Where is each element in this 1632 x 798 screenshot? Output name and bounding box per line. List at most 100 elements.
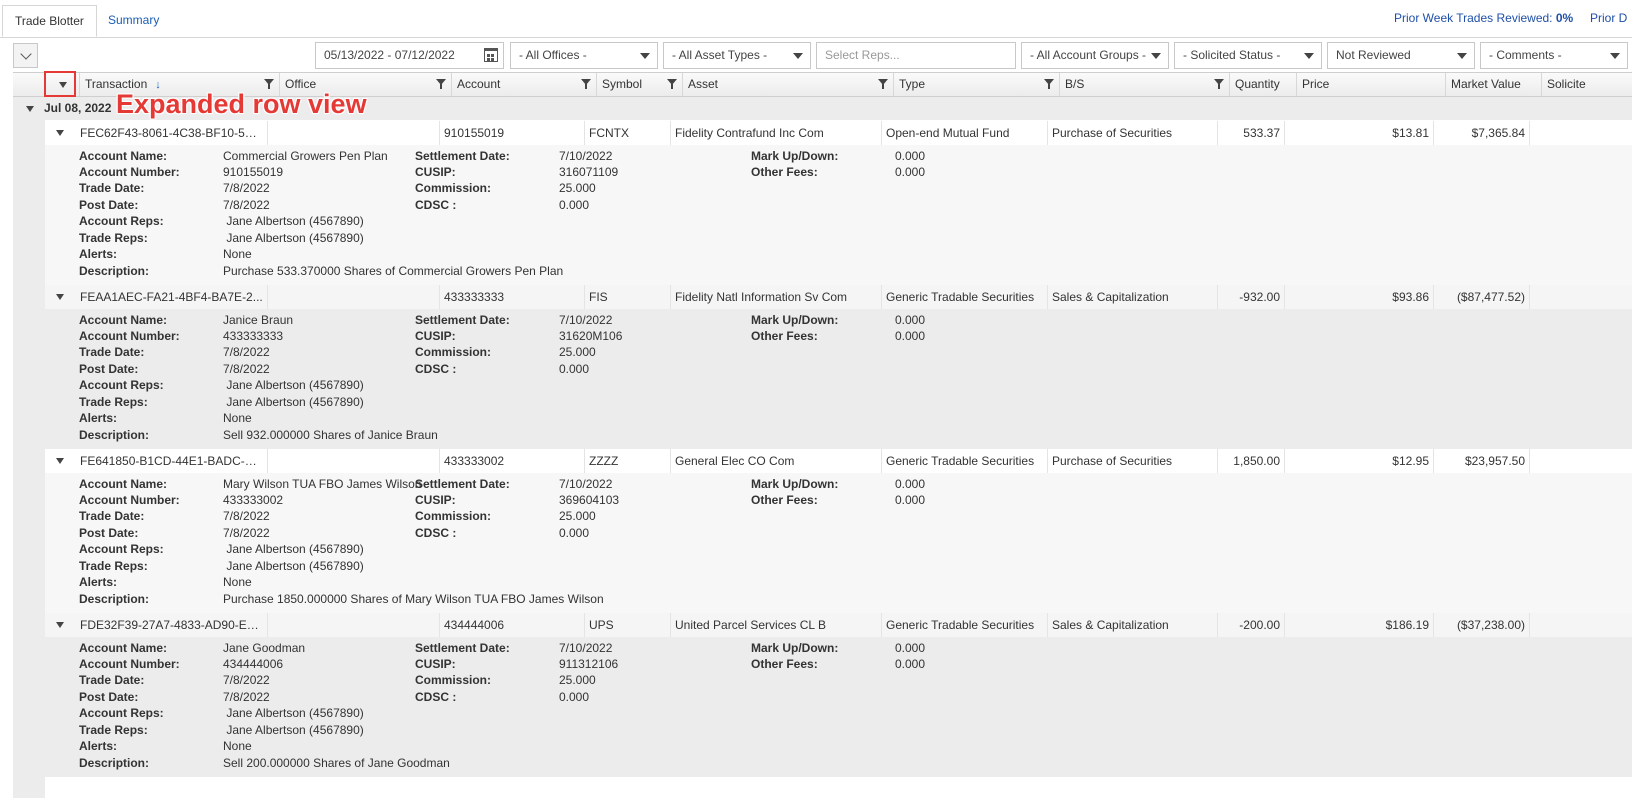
collapse-triangle-icon[interactable] [56, 130, 64, 136]
detail-cusip: CUSIP: [415, 329, 456, 343]
trade-summary-row[interactable]: FEC62F43-8061-4C38-BF10-530... 910155019… [45, 121, 1632, 145]
detail-label: Post Date: [79, 362, 139, 376]
collapse-triangle-icon[interactable] [56, 458, 64, 464]
prior-day-reviewed[interactable]: Prior D [1590, 11, 1627, 25]
detail-label: Other Fees: [751, 493, 818, 507]
detail-account-reps: Account Reps: [79, 378, 164, 392]
trade-summary-row[interactable]: FE641850-B1CD-44E1-BADC-D... 433333002 Z… [45, 449, 1632, 473]
filter-icon[interactable] [436, 79, 446, 89]
filter-icon[interactable] [878, 79, 888, 89]
detail-cdsc-value: 0.000 [559, 690, 590, 704]
detail-label: Alerts: [79, 247, 118, 261]
detail-other-fees-value: 0.000 [895, 657, 926, 671]
detail-label: Trade Reps: [79, 559, 148, 573]
detail-alerts-value: None [223, 411, 252, 425]
detail-alerts-value: None [223, 739, 252, 753]
detail-label: Account Reps: [79, 378, 164, 392]
tab-trade-blotter[interactable]: Trade Blotter [2, 5, 97, 37]
detail-label: Mark Up/Down: [751, 313, 839, 327]
cell-price: $12.95 [1284, 449, 1433, 473]
detail-trade-date: Trade Date: [79, 345, 144, 359]
trade-summary-row[interactable]: FEAA1AEC-FA21-4BF4-BA7E-2... 433333333 F… [45, 285, 1632, 309]
column-header-asset[interactable]: Asset [682, 73, 893, 96]
cell-office [267, 121, 439, 145]
detail-label: Other Fees: [751, 657, 818, 671]
collapse-toggle-button[interactable] [13, 43, 38, 68]
cell-asset: United Parcel Services CL B [670, 613, 881, 637]
detail-description: Description: [79, 756, 149, 770]
solicited-status-select[interactable]: - Solicited Status - [1174, 42, 1322, 69]
detail-label: Commission: [415, 509, 492, 523]
column-title: Market Value [1451, 77, 1521, 91]
detail-account-number-value: 434444006 [223, 657, 284, 671]
detail-cusip-value: 911312106 [559, 657, 619, 671]
column-header-symbol[interactable]: Symbol [596, 73, 682, 96]
cell-solicited [1529, 285, 1632, 309]
detail-markup: Mark Up/Down: [751, 149, 838, 163]
detail-markup: Mark Up/Down: [751, 313, 838, 327]
column-header-type[interactable]: Type [893, 73, 1059, 96]
detail-account-name: Account Name: [79, 477, 167, 491]
detail-account-name-value: Jane Goodman [223, 641, 306, 655]
filter-icon[interactable] [1214, 79, 1224, 89]
review-status-select[interactable]: Not Reviewed [1327, 42, 1475, 69]
detail-label: Trade Reps: [79, 231, 148, 245]
column-header-quantity[interactable]: Quantity [1229, 73, 1296, 96]
annotation-label: Expanded row view [116, 89, 367, 119]
dropdown-arrow-icon [793, 53, 803, 59]
date-range-picker[interactable]: 05/13/2022 - 07/12/2022 [315, 42, 504, 69]
filter-toolbar: 05/13/2022 - 07/12/2022 - All Offices - … [0, 41, 1632, 71]
collapse-triangle-icon[interactable] [56, 622, 64, 628]
column-header-account[interactable]: Account [451, 73, 596, 96]
cell-symbol: FCNTX [584, 121, 670, 145]
prior-week-reviewed[interactable]: Prior Week Trades Reviewed: 0% [1394, 11, 1573, 25]
detail-account-number-value: 433333002 [223, 493, 284, 507]
detail-trade-reps: Trade Reps: [79, 723, 148, 737]
detail-account-number: Account Number: [79, 165, 180, 179]
column-header-price[interactable]: Price [1296, 73, 1445, 96]
detail-label: Account Number: [79, 493, 180, 507]
detail-account-reps-value: Jane Albertson (4567890) [223, 378, 364, 392]
calendar-icon[interactable] [484, 48, 498, 62]
detail-account-reps-value: Jane Albertson (4567890) [223, 706, 364, 720]
cell-transaction: FDE32F39-27A7-4833-AD90-E6... [80, 618, 264, 632]
detail-account-reps: Account Reps: [79, 706, 164, 720]
detail-account-name: Account Name: [79, 313, 167, 327]
solicited-status-select-value: - Solicited Status - [1183, 48, 1281, 62]
filter-icon[interactable] [581, 79, 591, 89]
cell-quantity: 533.37 [1217, 121, 1284, 145]
detail-label: Trade Date: [79, 673, 145, 687]
reps-input[interactable]: Select Reps... [816, 42, 1016, 69]
detail-account-reps: Account Reps: [79, 214, 164, 228]
offices-select[interactable]: - All Offices - [510, 42, 658, 69]
collapse-triangle-icon[interactable] [56, 294, 64, 300]
filter-icon[interactable] [1044, 79, 1054, 89]
detail-account-number-value: 910155019 [223, 165, 284, 179]
detail-post-date: Post Date: [79, 198, 138, 212]
account-groups-select[interactable]: - All Account Groups - [1021, 42, 1169, 69]
detail-label: Post Date: [79, 690, 139, 704]
trade-summary-row[interactable]: FDE32F39-27A7-4833-AD90-E6... 434444006 … [45, 613, 1632, 637]
detail-label: CUSIP: [415, 165, 456, 179]
detail-description-value: Purchase 533.370000 Shares of Commercial… [223, 264, 564, 278]
detail-label: Description: [79, 756, 150, 770]
detail-commission: Commission: [415, 345, 491, 359]
cell-price: $13.81 [1284, 121, 1433, 145]
detail-alerts: Alerts: [79, 739, 117, 753]
detail-post-date-value: 7/8/2022 [223, 526, 270, 540]
detail-label: Mark Up/Down: [751, 641, 839, 655]
tab-summary[interactable]: Summary [96, 5, 171, 37]
detail-label: Trade Date: [79, 181, 145, 195]
detail-description-value: Sell 200.000000 Shares of Jane Goodman [223, 756, 450, 770]
detail-cusip: CUSIP: [415, 493, 456, 507]
column-header-solicited[interactable]: Solicite [1541, 73, 1632, 96]
column-header-market-value[interactable]: Market Value [1445, 73, 1541, 96]
asset-types-select[interactable]: - All Asset Types - [663, 42, 811, 69]
column-title: Asset [688, 77, 719, 91]
detail-label: Commission: [415, 673, 492, 687]
comments-select[interactable]: - Comments - [1480, 42, 1628, 69]
filter-icon[interactable] [264, 79, 274, 89]
filter-icon[interactable] [667, 79, 677, 89]
collapse-triangle-icon[interactable] [26, 106, 34, 112]
column-header-bs[interactable]: B/S [1059, 73, 1229, 96]
